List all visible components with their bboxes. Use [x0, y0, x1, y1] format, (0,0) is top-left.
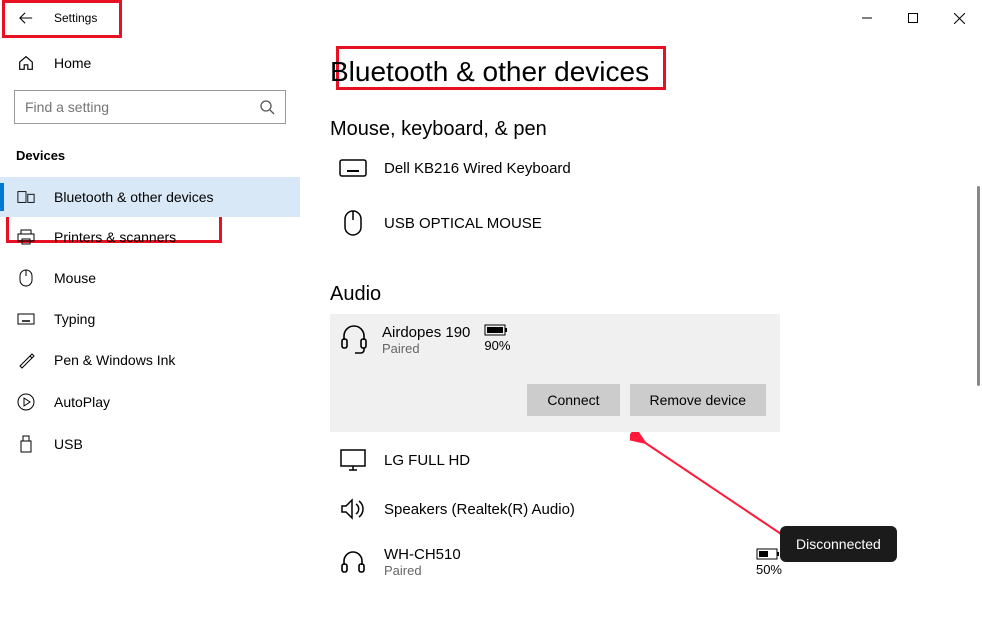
search-icon	[259, 99, 275, 115]
sidebar-item-bluetooth[interactable]: Bluetooth & other devices	[0, 177, 300, 217]
battery-percent: 50%	[756, 562, 782, 577]
group-mouse-keyboard: Mouse, keyboard, & pen	[330, 118, 952, 141]
device-name: WH-CH510	[384, 546, 740, 563]
autoplay-icon	[16, 393, 36, 411]
battery-icon	[756, 548, 782, 560]
device-realtek-speakers[interactable]: Speakers (Realtek(R) Audio)	[330, 488, 952, 536]
device-name: Speakers (Realtek(R) Audio)	[384, 501, 952, 518]
sidebar: Home Devices Bluetooth & other devices P…	[0, 36, 300, 636]
mouse-icon	[16, 269, 36, 287]
back-button[interactable]	[18, 10, 34, 26]
titlebar: Settings	[0, 0, 982, 36]
remove-device-button[interactable]: Remove device	[630, 384, 767, 416]
sidebar-home-label: Home	[54, 55, 91, 71]
sidebar-section-label: Devices	[0, 142, 300, 177]
sidebar-item-label: Pen & Windows Ink	[54, 352, 175, 368]
sidebar-item-pen[interactable]: Pen & Windows Ink	[0, 339, 300, 381]
sidebar-item-mouse[interactable]: Mouse	[0, 257, 300, 299]
headphones-icon	[338, 549, 368, 575]
home-icon	[16, 54, 36, 72]
battery-percent: 90%	[484, 338, 510, 353]
headset-icon	[340, 324, 368, 354]
speaker-icon	[338, 498, 368, 520]
sidebar-item-label: Bluetooth & other devices	[54, 189, 214, 205]
pen-icon	[16, 351, 36, 369]
device-status: Paired	[384, 563, 740, 578]
device-name: Dell KB216 Wired Keyboard	[384, 160, 952, 177]
main-content: Bluetooth & other devices Mouse, keyboar…	[300, 36, 982, 636]
device-wh-ch510[interactable]: WH-CH510 Paired 50%	[330, 536, 952, 588]
maximize-button[interactable]	[890, 2, 936, 34]
keyboard-icon	[16, 313, 36, 325]
device-airdopes[interactable]: Airdopes 190 Paired 90% Connect Remove d…	[330, 314, 780, 432]
group-audio: Audio	[330, 283, 952, 306]
sidebar-item-label: USB	[54, 436, 83, 452]
keyboard-icon	[338, 159, 368, 177]
device-name: Airdopes 190	[382, 324, 470, 341]
device-keyboard[interactable]: Dell KB216 Wired Keyboard	[330, 149, 952, 199]
sidebar-item-label: Mouse	[54, 270, 96, 286]
scrollbar[interactable]	[977, 186, 980, 386]
device-usb-mouse[interactable]: USB OPTICAL MOUSE	[330, 199, 952, 259]
monitor-icon	[338, 448, 368, 472]
window-title: Settings	[54, 11, 97, 25]
device-lg-monitor[interactable]: LG FULL HD	[330, 432, 952, 488]
connect-button[interactable]: Connect	[527, 384, 619, 416]
battery-icon	[484, 324, 510, 336]
sidebar-item-printers[interactable]: Printers & scanners	[0, 217, 300, 257]
search-input[interactable]	[25, 99, 259, 115]
sidebar-item-label: Printers & scanners	[54, 229, 176, 245]
window-controls	[844, 2, 982, 34]
device-status: Paired	[382, 341, 470, 356]
search-box[interactable]	[14, 90, 286, 124]
devices-icon	[16, 190, 36, 204]
sidebar-item-usb[interactable]: USB	[0, 423, 300, 465]
close-button[interactable]	[936, 2, 982, 34]
sidebar-home[interactable]: Home	[0, 44, 300, 82]
minimize-button[interactable]	[844, 2, 890, 34]
sidebar-item-autoplay[interactable]: AutoPlay	[0, 381, 300, 423]
usb-icon	[16, 435, 36, 453]
sidebar-item-label: AutoPlay	[54, 394, 110, 410]
sidebar-item-typing[interactable]: Typing	[0, 299, 300, 339]
sidebar-item-label: Typing	[54, 311, 95, 327]
device-name: USB OPTICAL MOUSE	[384, 215, 952, 232]
mouse-icon	[338, 209, 368, 237]
printer-icon	[16, 229, 36, 245]
page-title: Bluetooth & other devices	[330, 56, 649, 88]
device-name: LG FULL HD	[384, 452, 952, 469]
